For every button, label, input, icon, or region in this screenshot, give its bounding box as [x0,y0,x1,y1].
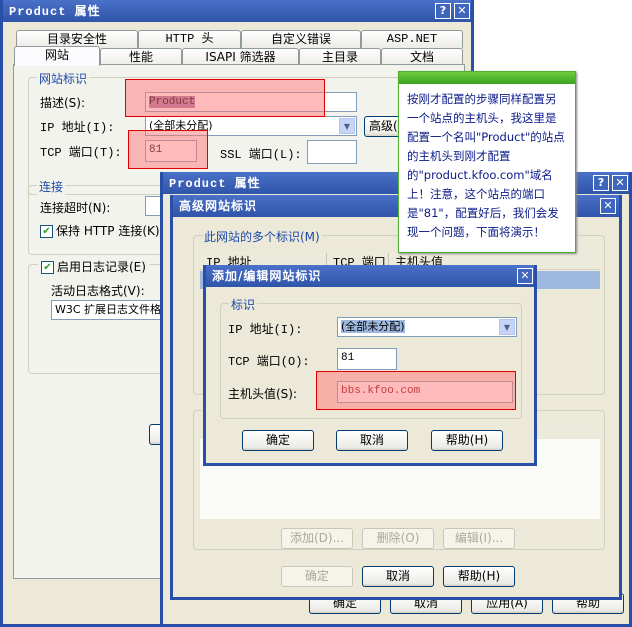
tab-website[interactable]: 网站 [14,46,100,66]
ip-address-label: IP 地址(I): [40,121,115,135]
identification-label: 标识 [229,296,258,313]
chevron-down-icon[interactable]: ▼ [339,118,355,134]
description-highlight [125,79,325,117]
close-icon[interactable]: ✕ [517,268,533,284]
ip-address-select[interactable]: (全部未分配) ▼ [337,317,517,337]
edit-identification-dialog: 添加/编辑网站标识 ✕ 标识 IP 地址(I): (全部未分配) ▼ TCP 端口… [203,265,537,466]
add-button[interactable]: 添加(D)... [281,528,353,549]
host-header-highlight [316,371,516,410]
tcp-port-input[interactable]: 81 [337,348,397,370]
help-button[interactable]: ? [435,3,451,19]
multiple-identities-label: 此网站的多个标识(M) [202,228,322,245]
tab-http-headers[interactable]: HTTP 头 [138,30,241,48]
log-format-label: 活动日志格式(V): [51,284,145,298]
close-icon[interactable]: ✕ [600,198,616,214]
ok-button[interactable]: 确定 [242,430,314,451]
cancel-button[interactable]: 取消 [336,430,408,451]
help-button[interactable]: ? [593,175,609,191]
ok-button[interactable]: 确定 [281,566,353,587]
note-text: 按刚才配置的步骤同样配置另一个站点的主机头，我这里是配置一个名叫"Product… [407,92,565,239]
tcp-port-label: TCP 端口(T): [40,146,122,160]
remove-button[interactable]: 删除(O) [362,528,434,549]
logging-checkbox[interactable]: ✔ 启用日志记录(E) [38,258,149,275]
tcp-port-highlight [128,130,208,169]
connection-label: 连接 [37,178,66,195]
ip-address-label: IP 地址(I): [228,323,303,337]
tab-aspnet[interactable]: ASP.NET [361,30,463,48]
description-label: 描述(S): [40,96,86,110]
main-title: Product 属性 [9,5,101,19]
main-titlebar[interactable]: Product 属性 [3,0,471,22]
help-button[interactable]: 帮助(H) [443,566,515,587]
chevron-down-icon[interactable]: ▼ [499,319,515,335]
site-identification-label: 网站标识 [37,70,90,87]
timeout-label: 连接超时(N): [40,201,111,215]
ssl-port-input[interactable] [307,140,357,164]
close-icon[interactable]: ✕ [454,3,470,19]
edit-button[interactable]: 编辑(I)... [443,528,515,549]
close-icon[interactable]: ✕ [612,175,628,191]
host-header-label: 主机头值(S): [228,387,298,401]
edit-titlebar[interactable]: 添加/编辑网站标识 [206,265,534,287]
ssl-port-label: SSL 端口(L): [220,148,302,162]
help-button[interactable]: 帮助(H) [431,430,503,451]
tcp-port-label: TCP 端口(O): [228,355,310,369]
log-format-select[interactable]: W3C 扩展日志文件格式 [51,300,171,320]
annotation-note: 按刚才配置的步骤同样配置另一个站点的主机头，我这里是配置一个名叫"Product… [398,71,576,253]
check-icon: ✔ [40,225,53,238]
cancel-button[interactable]: 取消 [362,566,434,587]
note-header [399,72,575,84]
keepalive-checkbox[interactable]: ✔ 保持 HTTP 连接(K) [40,222,160,239]
check-icon: ✔ [41,261,54,274]
tab-custom-errors[interactable]: 自定义错误 [241,30,361,48]
